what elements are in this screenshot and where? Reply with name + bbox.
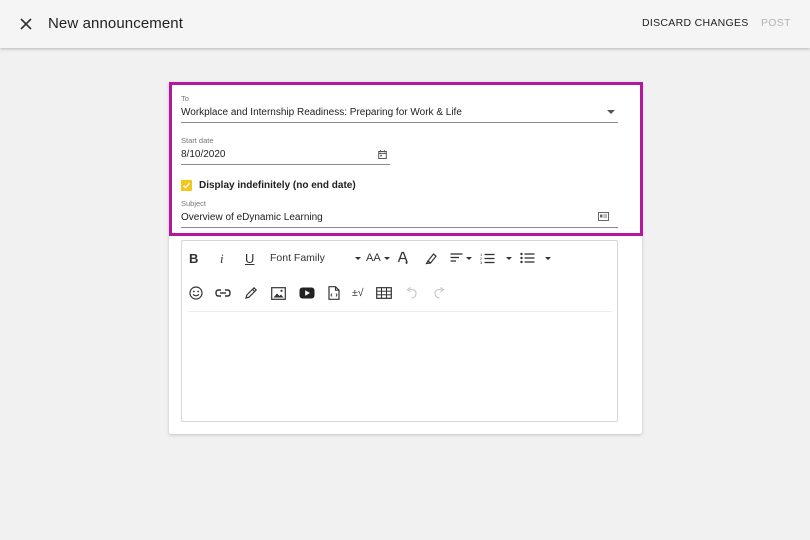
top-app-bar: New announcement DISCARD CHANGES POST — [0, 0, 810, 48]
highlight-icon[interactable] — [425, 252, 438, 265]
link-icon[interactable] — [215, 288, 231, 298]
font-family-caret-icon[interactable] — [355, 257, 361, 260]
special-character-button[interactable]: ±√ — [352, 287, 364, 299]
editor-toolbar-divider — [188, 311, 612, 312]
emoji-icon[interactable] — [189, 286, 203, 300]
editor-content-area[interactable] — [188, 314, 612, 418]
font-size-caret-icon[interactable] — [384, 257, 390, 260]
align-caret-icon[interactable] — [466, 257, 472, 260]
file-icon[interactable] — [328, 286, 340, 300]
underline-button[interactable]: U — [245, 251, 254, 266]
page-title: New announcement — [48, 15, 184, 32]
display-indefinitely-label[interactable]: Display indefinitely (no end date) — [199, 180, 356, 191]
align-icon[interactable] — [450, 253, 463, 264]
italic-button[interactable]: i — [220, 251, 224, 267]
text-color-icon[interactable] — [397, 251, 410, 265]
image-icon[interactable] — [271, 287, 286, 300]
redo-icon[interactable] — [433, 287, 446, 299]
id-card-icon — [598, 212, 609, 221]
subject-input[interactable]: Overview of eDynamic Learning — [181, 212, 323, 223]
to-select[interactable]: Workplace and Internship Readiness: Prep… — [181, 107, 462, 118]
checkmark-icon — [182, 182, 191, 189]
start-date-label: Start date — [181, 136, 214, 145]
draw-icon[interactable] — [244, 286, 258, 300]
bold-button[interactable]: B — [189, 251, 198, 266]
table-icon[interactable] — [376, 287, 392, 299]
ordered-list-caret-icon[interactable] — [506, 257, 512, 260]
display-indefinitely-checkbox[interactable] — [181, 180, 192, 191]
unordered-list-icon[interactable] — [520, 252, 535, 264]
svg-text:3: 3 — [480, 260, 483, 264]
to-underline — [181, 122, 618, 123]
calendar-icon[interactable] — [378, 150, 387, 159]
post-button[interactable]: POST — [761, 17, 791, 29]
subject-underline — [181, 227, 618, 228]
ordered-list-icon[interactable]: 1 2 3 — [480, 252, 495, 264]
start-date-input[interactable]: 8/10/2020 — [181, 149, 226, 160]
subject-label: Subject — [181, 199, 207, 208]
font-family-select[interactable]: Font Family — [270, 252, 325, 264]
discard-changes-button[interactable]: DISCARD CHANGES — [642, 17, 749, 29]
undo-icon[interactable] — [405, 287, 418, 299]
font-size-button[interactable]: AA — [366, 252, 381, 264]
start-date-underline — [181, 164, 390, 165]
unordered-list-caret-icon[interactable] — [545, 257, 551, 260]
to-label: To — [181, 94, 189, 103]
close-icon — [20, 18, 32, 30]
close-button[interactable] — [16, 14, 36, 34]
dropdown-arrow-icon[interactable] — [607, 110, 615, 114]
video-icon[interactable] — [299, 287, 315, 299]
